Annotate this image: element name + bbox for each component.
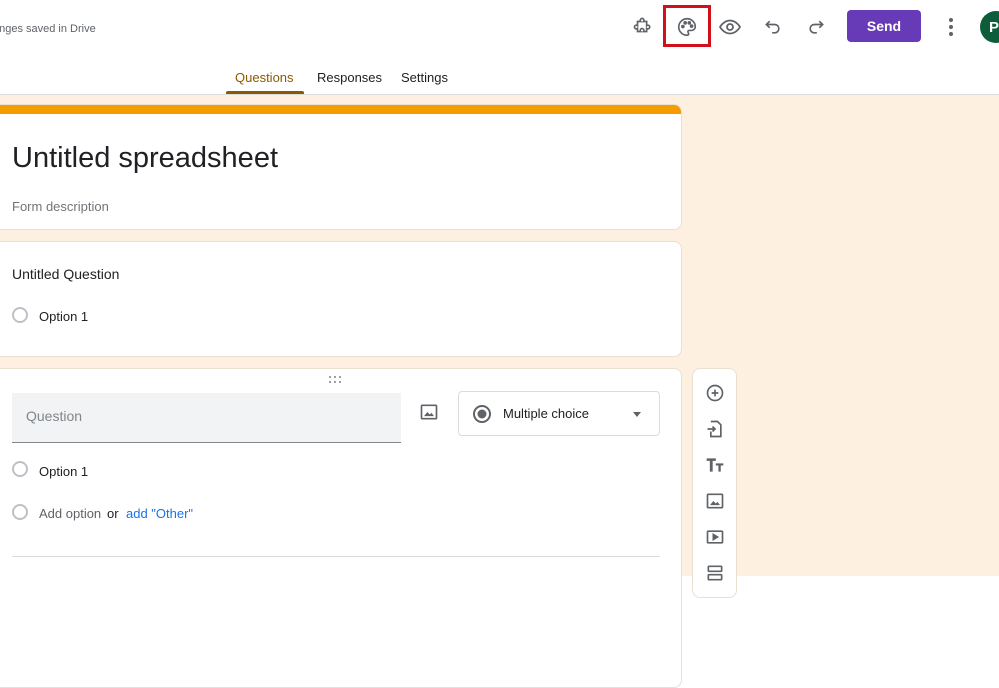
or-text: or: [107, 506, 119, 521]
radio-checked-icon: [472, 404, 492, 429]
question-title: Untitled Question: [12, 266, 120, 282]
tab-settings[interactable]: Settings: [401, 70, 448, 85]
form-header-card[interactable]: Untitled spreadsheet Form description: [0, 104, 682, 230]
preview-icon[interactable]: [711, 8, 749, 46]
add-other-link[interactable]: add "Other": [126, 506, 193, 521]
drag-handle-icon[interactable]: [329, 376, 343, 384]
divider: [12, 556, 660, 557]
more-icon[interactable]: [932, 8, 970, 46]
question-type-label: Multiple choice: [503, 406, 589, 421]
form-description-field[interactable]: Form description: [12, 199, 109, 214]
add-option-field[interactable]: Add option: [39, 506, 101, 521]
add-section-icon[interactable]: [704, 562, 726, 584]
palette-icon[interactable]: [668, 8, 706, 46]
question-input[interactable]: Question: [12, 393, 401, 443]
undo-icon[interactable]: [754, 8, 792, 46]
redo-icon[interactable]: [797, 8, 835, 46]
floating-toolbar: [692, 368, 737, 598]
option-label[interactable]: Option 1: [39, 464, 88, 479]
add-title-icon[interactable]: [704, 454, 726, 476]
send-button[interactable]: Send: [847, 10, 921, 42]
theme-color-bar: [0, 105, 681, 114]
tab-questions[interactable]: Questions: [235, 70, 294, 85]
tab-responses[interactable]: Responses: [317, 70, 382, 85]
dropdown-arrow-icon: [633, 412, 641, 417]
form-title[interactable]: Untitled spreadsheet: [12, 142, 278, 175]
radio-button: [12, 307, 28, 323]
active-tab-indicator: [226, 91, 304, 94]
add-video-icon[interactable]: [704, 526, 726, 548]
form-canvas: Untitled spreadsheet Form description Un…: [0, 95, 999, 688]
question-card[interactable]: Untitled Question Option 1: [0, 241, 682, 357]
import-questions-icon[interactable]: [704, 418, 726, 440]
radio-button: [12, 504, 28, 520]
radio-button: [12, 461, 28, 477]
question-type-dropdown[interactable]: Multiple choice: [458, 391, 660, 436]
avatar[interactable]: P: [980, 11, 999, 43]
add-question-icon[interactable]: [704, 382, 726, 404]
addon-icon[interactable]: [624, 8, 662, 46]
question-editor-card[interactable]: Question Multiple choice Option 1 Add op…: [0, 368, 682, 688]
save-status: anges saved in Drive: [0, 23, 96, 35]
add-image-icon[interactable]: [704, 490, 726, 512]
top-bar: anges saved in Drive Send P Questions Re…: [0, 0, 999, 95]
add-image-icon[interactable]: [419, 402, 439, 422]
option-label: Option 1: [39, 309, 89, 324]
